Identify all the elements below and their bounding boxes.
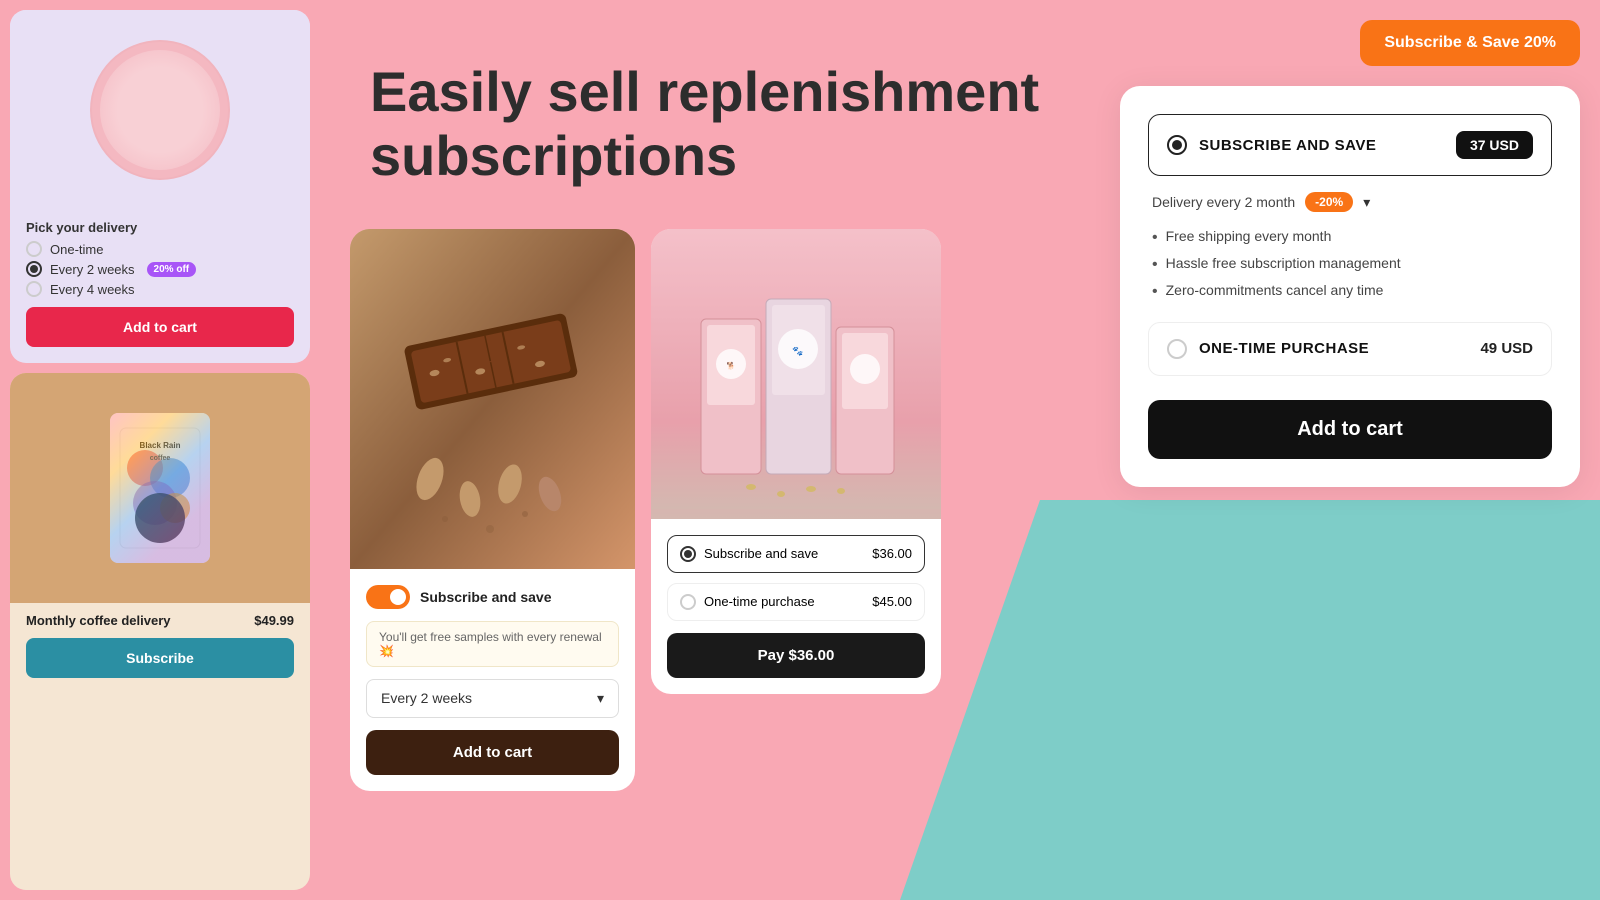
- hero-title: Easily sell replenishment subscriptions: [370, 60, 1060, 189]
- coffee-subscribe-button[interactable]: Subscribe: [26, 638, 294, 678]
- benefit-item-3: • Zero-commitments cancel any time: [1152, 282, 1548, 301]
- panel-subscribe-radio[interactable]: [1167, 135, 1187, 155]
- benefit-item-1: • Free shipping every month: [1152, 228, 1548, 247]
- chocolate-card-body: Subscribe and save You'll get free sampl…: [350, 569, 635, 791]
- delivery-row: Delivery every 2 month -20% ▾: [1148, 192, 1552, 212]
- radio-every2weeks[interactable]: [26, 261, 42, 277]
- option-every2weeks[interactable]: Every 2 weeks 20% off: [26, 261, 294, 277]
- benefits-list: • Free shipping every month • Hassle fre…: [1148, 228, 1552, 302]
- frequency-text: Every 2 weeks: [381, 690, 472, 706]
- bullet-icon-2: •: [1152, 255, 1158, 274]
- cereal-illustration: [90, 40, 230, 180]
- dogfood-product-image: 🐕 🐾: [651, 229, 941, 519]
- svg-text:🐕: 🐕: [727, 361, 736, 370]
- dogfood-card-body: Subscribe and save $36.00 One-time purch…: [651, 519, 941, 694]
- coffee-price-text: $49.99: [254, 613, 294, 628]
- chocolate-illustration: [350, 229, 635, 569]
- card-cereal: Pick your delivery One-time Every 2 week…: [10, 10, 310, 363]
- option-onetime[interactable]: One-time: [26, 241, 294, 257]
- bullet-icon-1: •: [1152, 228, 1158, 247]
- delivery-label: Pick your delivery: [10, 210, 153, 241]
- discount-badge: 20% off: [147, 262, 197, 277]
- panel-add-to-cart-button[interactable]: Add to cart: [1148, 400, 1552, 459]
- svg-text:🐾: 🐾: [792, 346, 803, 356]
- panel-subscribe-label: SUBSCRIBE AND SAVE: [1199, 137, 1376, 154]
- cereal-bowl-visual: [90, 40, 230, 180]
- coffee-name-text: Monthly coffee delivery: [26, 613, 170, 628]
- delivery-radio-group: One-time Every 2 weeks 20% off Every 4 w…: [10, 241, 310, 297]
- dogfood-pay-button[interactable]: Pay $36.00: [667, 633, 925, 678]
- dogfood-illustration: 🐕 🐾: [651, 229, 941, 509]
- dogfood-onetime-radio[interactable]: [680, 594, 696, 610]
- dogfood-purchase-options: Subscribe and save $36.00 One-time purch…: [667, 535, 925, 621]
- benefit-item-2: • Hassle free subscription management: [1152, 255, 1548, 274]
- dropdown-arrow-icon: ▾: [597, 690, 604, 707]
- option-every2weeks-label: Every 2 weeks: [50, 262, 135, 277]
- svg-text:coffee: coffee: [150, 455, 171, 462]
- panel-onetime-price: 49 USD: [1480, 340, 1533, 357]
- panel-subscribe-price: 37 USD: [1456, 131, 1533, 159]
- subscribe-toggle-row: Subscribe and save: [366, 585, 619, 609]
- coffee-bag-visual: Black Rain coffee: [110, 413, 210, 563]
- subscribe-save-button[interactable]: Subscribe & Save 20%: [1360, 20, 1580, 66]
- chocolate-add-to-cart-button[interactable]: Add to cart: [366, 730, 619, 775]
- cereal-product-image: [10, 10, 310, 210]
- coffee-product-name: Monthly coffee delivery $49.99: [10, 603, 310, 628]
- dogfood-subscribe-price: $36.00: [872, 546, 912, 561]
- delivery-text: Delivery every 2 month: [1152, 194, 1295, 210]
- option-every4weeks[interactable]: Every 4 weeks: [26, 281, 294, 297]
- card-coffee: Black Rain coffee Monthly coffee deliver…: [10, 373, 310, 890]
- benefit-text-3: Zero-commitments cancel any time: [1166, 282, 1384, 298]
- option-onetime-label: One-time: [50, 242, 103, 257]
- chocolate-product-image: [350, 229, 635, 569]
- card-dogfood: 🐕 🐾: [651, 229, 941, 694]
- delivery-dropdown-arrow-icon[interactable]: ▾: [1363, 194, 1370, 211]
- subscribe-toggle-switch[interactable]: [366, 585, 410, 609]
- card-chocolate: Subscribe and save You'll get free sampl…: [350, 229, 635, 791]
- dogfood-subscribe-option[interactable]: Subscribe and save $36.00: [667, 535, 925, 573]
- panel-subscribe-option[interactable]: SUBSCRIBE AND SAVE 37 USD: [1148, 114, 1552, 176]
- right-panel: Subscribe & Save 20% SUBSCRIBE AND SAVE …: [1100, 0, 1600, 900]
- benefit-text-2: Hassle free subscription management: [1166, 255, 1401, 271]
- radio-every4weeks[interactable]: [26, 281, 42, 297]
- panel-onetime-option[interactable]: ONE-TIME PURCHASE 49 USD: [1148, 322, 1552, 376]
- dogfood-onetime-label: One-time purchase: [704, 594, 815, 609]
- panel-onetime-label: ONE-TIME PURCHASE: [1199, 340, 1369, 357]
- panel-onetime-radio[interactable]: [1167, 339, 1187, 359]
- frequency-dropdown[interactable]: Every 2 weeks ▾: [366, 679, 619, 718]
- benefit-text-1: Free shipping every month: [1166, 228, 1332, 244]
- purchase-card: SUBSCRIBE AND SAVE 37 USD Delivery every…: [1120, 86, 1580, 487]
- hero-section: Easily sell replenishment subscriptions: [310, 0, 1100, 209]
- radio-onetime[interactable]: [26, 241, 42, 257]
- dogfood-subscribe-radio[interactable]: [680, 546, 696, 562]
- cereal-add-to-cart-button[interactable]: Add to cart: [26, 307, 294, 347]
- option-every4weeks-label: Every 4 weeks: [50, 282, 135, 297]
- bullet-icon-3: •: [1152, 282, 1158, 301]
- coffee-product-image: Black Rain coffee: [10, 373, 310, 603]
- free-samples-notice: You'll get free samples with every renew…: [366, 621, 619, 667]
- svg-text:Black Rain: Black Rain: [140, 441, 181, 450]
- dogfood-onetime-price: $45.00: [872, 594, 912, 609]
- dogfood-onetime-option[interactable]: One-time purchase $45.00: [667, 583, 925, 621]
- coffee-bag-illustration: Black Rain coffee: [115, 418, 205, 558]
- discount-badge-orange: -20%: [1305, 192, 1353, 212]
- dogfood-subscribe-label: Subscribe and save: [704, 546, 818, 561]
- subscribe-toggle-label: Subscribe and save: [420, 589, 552, 605]
